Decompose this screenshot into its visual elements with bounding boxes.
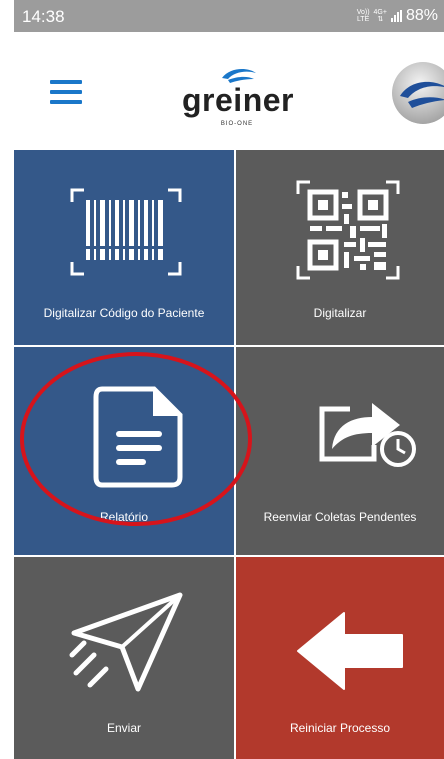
arrow-left-icon xyxy=(297,612,403,690)
tile-report[interactable]: Relatório xyxy=(14,347,236,557)
app-header: greiner BIO-ONE xyxy=(14,32,444,150)
avatar[interactable] xyxy=(392,62,444,124)
tile-label: Reiniciar Processo xyxy=(289,721,391,735)
tile-label: Enviar xyxy=(106,721,141,735)
tile-restart-process[interactable]: Reiniciar Processo xyxy=(236,557,444,759)
logo-text: greiner xyxy=(182,82,294,118)
tile-resend-pending[interactable]: Reenviar Coletas Pendentes xyxy=(236,347,444,557)
tile-label: Digitalizar Código do Paciente xyxy=(43,306,205,320)
phone-screen: 14:38 Vo)) LTE 4G+ ⇅ 88% greiner BIO-ONE… xyxy=(14,0,444,759)
tile-scan[interactable]: Digitalizar xyxy=(236,150,444,347)
tile-label: Relatório xyxy=(99,510,149,524)
tile-send[interactable]: Enviar xyxy=(14,557,236,759)
status-icons: Vo)) LTE 4G+ ⇅ 88% xyxy=(357,7,438,25)
signal-icon xyxy=(390,10,402,22)
menu-icon[interactable] xyxy=(50,80,82,104)
qr-code-icon xyxy=(296,180,400,280)
volte-indicator: Vo)) LTE xyxy=(356,9,370,23)
action-grid: Digitalizar Código do Paciente Digitaliz… xyxy=(14,150,444,759)
status-bar: 14:38 Vo)) LTE 4G+ ⇅ 88% xyxy=(14,0,444,32)
barcode-icon xyxy=(70,188,182,276)
paper-plane-icon xyxy=(69,592,183,692)
status-time: 14:38 xyxy=(22,7,65,26)
battery-level: 88% xyxy=(405,7,438,24)
left-margin xyxy=(0,0,14,759)
greiner-logo: greiner BIO-ONE xyxy=(182,64,294,134)
resend-icon xyxy=(319,403,416,467)
logo-subtext: BIO-ONE xyxy=(220,121,254,127)
avatar-logo-icon xyxy=(392,62,444,124)
tile-label: Reenviar Coletas Pendentes xyxy=(263,510,417,524)
document-icon xyxy=(93,386,183,488)
tile-scan-patient-code[interactable]: Digitalizar Código do Paciente xyxy=(14,150,236,347)
tile-label: Digitalizar xyxy=(313,306,367,320)
network-indicator: 4G+ ⇅ xyxy=(373,9,387,23)
